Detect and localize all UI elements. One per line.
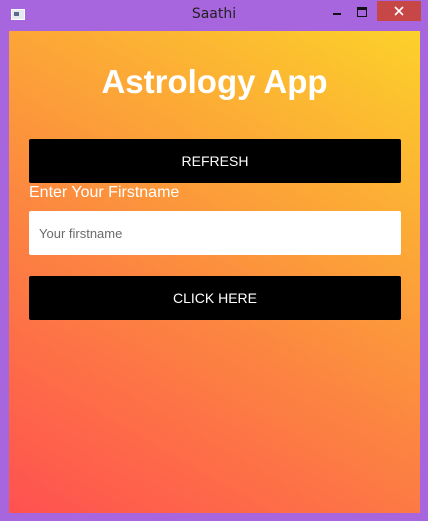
minimize-button[interactable] <box>326 1 348 21</box>
click-here-button[interactable]: CLICK HERE <box>29 276 401 320</box>
firstname-input[interactable] <box>29 211 401 255</box>
title-bar[interactable]: Saathi <box>0 0 428 28</box>
refresh-button[interactable]: REFRESH <box>29 139 401 183</box>
page-title: Astrology App <box>101 63 328 100</box>
close-button[interactable] <box>377 1 421 21</box>
firstname-label: Enter Your Firstname <box>29 184 180 201</box>
maximize-button[interactable] <box>351 1 373 21</box>
app-window: Saathi Astrology App REFRESH Enter Your … <box>0 0 428 521</box>
app-content: Astrology App REFRESH Enter Your Firstna… <box>9 31 420 513</box>
close-icon <box>394 6 404 16</box>
